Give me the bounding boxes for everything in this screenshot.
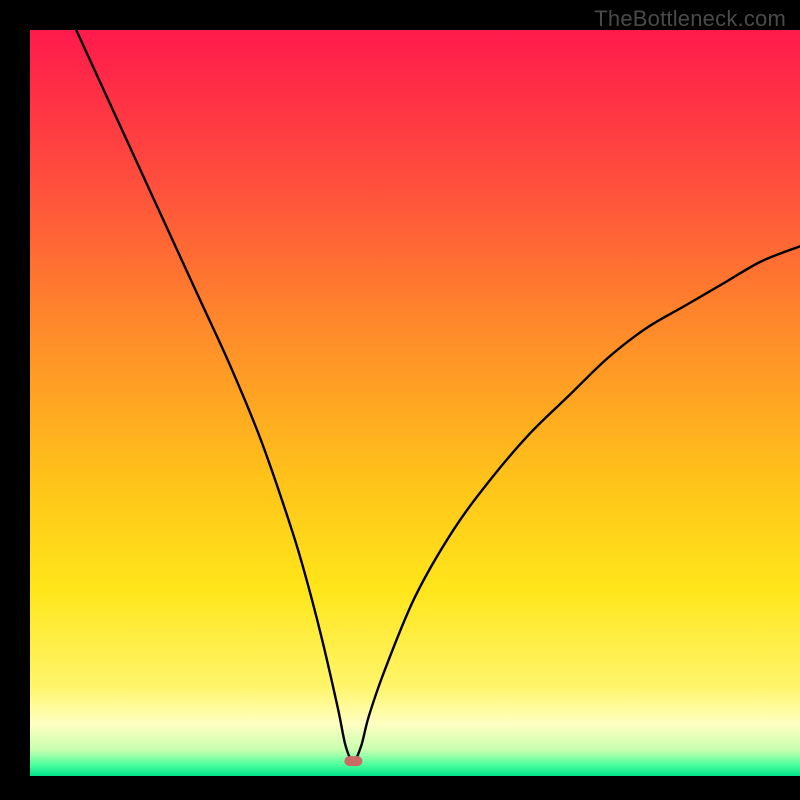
optimal-marker [344,756,362,766]
watermark-text: TheBottleneck.com [594,6,786,32]
chart-svg [0,0,800,800]
plot-area [30,30,800,776]
bottleneck-chart: TheBottleneck.com [0,0,800,800]
